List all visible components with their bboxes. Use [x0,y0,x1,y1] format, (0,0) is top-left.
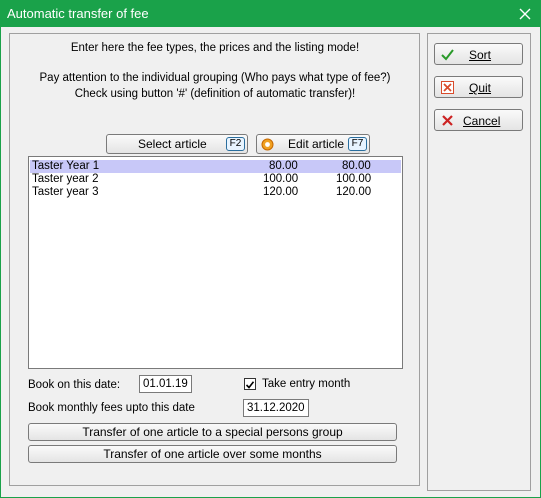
close-icon [519,8,531,20]
side-panel [427,33,531,491]
list-item[interactable]: Taster Year 1 80.00 80.00 [30,160,401,173]
select-article-button[interactable]: Select article F2 [106,134,248,154]
article-amount: 120.00 [336,186,372,198]
transfer-months-button[interactable]: Transfer of one article over some months [28,445,397,463]
cancel-button[interactable]: Cancel [434,109,523,131]
instruction-line-3: Check using button '#' (definition of au… [74,88,356,100]
article-name: Taster year 2 [32,173,99,185]
cancel-label: Cancel [463,114,501,128]
quit-button[interactable]: Quit [434,76,523,98]
instruction-line-2: Pay attention to the individual grouping… [39,72,391,84]
article-name: Taster Year 1 [32,160,100,172]
close-button[interactable] [510,1,540,27]
article-price: 120.00 [263,186,299,198]
sort-button[interactable]: Sort [434,43,523,65]
edit-article-button[interactable]: Edit article F7 [256,134,370,154]
list-item[interactable]: Taster year 3 120.00 120.00 [30,186,401,199]
edit-article-label: Edit article [288,137,345,151]
transfer-special-group-button[interactable]: Transfer of one article to a special per… [28,423,397,441]
monthly-label: Book monthly fees upto this date [28,402,195,414]
check-icon [245,381,255,389]
monthly-date-input[interactable]: 31.12.2020 [243,399,309,417]
transfer-special-label: Transfer of one article to a special per… [82,425,343,439]
book-date-input[interactable]: 01.01.19 [139,375,192,393]
instruction-line-1: Enter here the fee types, the prices and… [70,42,360,54]
cancel-icon [442,115,453,126]
article-list[interactable]: Taster Year 1 80.00 80.00 Taster year 2 … [28,156,403,369]
sort-label: Sort [469,48,492,62]
edit-article-shortcut: F7 [348,137,367,151]
transfer-months-label: Transfer of one article over some months [103,447,322,461]
list-item[interactable]: Taster year 2 100.00 100.00 [30,173,401,186]
edit-icon [261,138,274,151]
select-article-shortcut: F2 [226,137,245,151]
article-price: 80.00 [269,160,298,172]
checkmark-icon [441,49,454,61]
book-date-label: Book on this date: [28,379,121,391]
article-amount: 100.00 [336,173,372,185]
article-name: Taster year 3 [32,186,99,198]
title-bar: Automatic transfer of fee [1,1,540,27]
article-price: 100.00 [263,173,299,185]
select-article-label: Select article [138,137,207,151]
quit-icon [441,81,454,94]
article-amount: 80.00 [342,160,371,172]
quit-label: Quit [469,81,492,95]
window-title: Automatic transfer of fee [7,6,149,21]
take-entry-checkbox[interactable] [244,378,256,390]
take-entry-label: Take entry month [262,378,351,390]
